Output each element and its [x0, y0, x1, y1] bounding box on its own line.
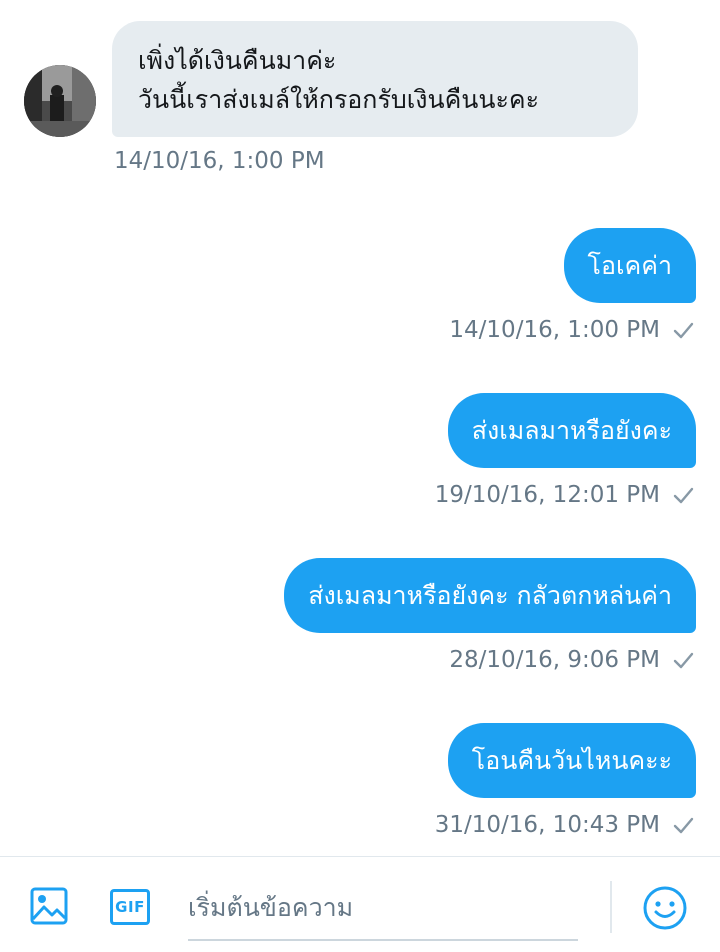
message-timestamp: 31/10/16, 10:43 PM — [434, 812, 660, 838]
outgoing-message-text: โอเคค่า — [587, 251, 672, 280]
message-status: 28/10/16, 9:06 PM — [449, 647, 694, 673]
avatar-photo — [24, 65, 96, 137]
message-status: 19/10/16, 12:01 PM — [435, 482, 694, 508]
sent-check-icon — [673, 652, 694, 669]
image-icon — [30, 887, 68, 925]
outgoing-message-bubble[interactable]: ส่งเมลมาหรือยังคะ — [447, 393, 696, 468]
outgoing-message-text: โอนคืนวันไหนคะะ — [471, 746, 672, 775]
message-status: 14/10/16, 1:00 PM — [449, 317, 694, 343]
sent-check-icon — [673, 487, 694, 504]
outgoing-message-bubble[interactable]: ส่งเมลมาหรือยังคะ กลัวตกหล่นค่า — [284, 558, 696, 633]
outgoing-message-text: ส่งเมลมาหรือยังคะ — [471, 416, 672, 445]
incoming-message-bubble[interactable]: เพิ่งได้เงินคืนมาค่ะ วันนี้เราส่งเมล์ให้… — [112, 21, 638, 137]
message-thread[interactable]: เพิ่งได้เงินคืนมาค่ะ วันนี้เราส่งเมล์ให้… — [0, 0, 720, 856]
gif-icon: GIF — [110, 889, 150, 925]
message-composer: GIF — [0, 856, 720, 952]
message-timestamp: 28/10/16, 9:06 PM — [449, 647, 660, 673]
add-gif-button[interactable]: GIF — [107, 887, 153, 927]
message-timestamp: 19/10/16, 12:01 PM — [434, 482, 660, 508]
incoming-message-line: วันนี้เราส่งเมล์ให้กรอกรับเงินคืนนะคะ — [138, 85, 540, 114]
incoming-message-line: เพิ่งได้เงินคืนมาค่ะ — [138, 46, 337, 75]
outgoing-message-text: ส่งเมลมาหรือยังคะ กลัวตกหล่นค่า — [308, 581, 672, 610]
outgoing-message-bubble[interactable]: โอนคืนวันไหนคะะ — [447, 723, 696, 798]
avatar[interactable] — [24, 65, 96, 137]
sent-check-icon — [673, 322, 694, 339]
emoji-button[interactable] — [640, 883, 690, 933]
add-photo-button[interactable] — [26, 883, 72, 929]
message-input-wrapper — [188, 879, 578, 941]
message-timestamp: 14/10/16, 1:00 PM — [114, 148, 325, 174]
message-timestamp: 14/10/16, 1:00 PM — [449, 317, 660, 343]
outgoing-message-bubble[interactable]: โอเคค่า — [563, 228, 696, 303]
dm-conversation-screen: เพิ่งได้เงินคืนมาค่ะ วันนี้เราส่งเมล์ให้… — [0, 0, 720, 952]
sent-check-icon — [673, 817, 694, 834]
message-status: 31/10/16, 10:43 PM — [435, 812, 694, 838]
emoji-icon — [643, 886, 687, 930]
composer-divider — [610, 881, 612, 933]
message-input[interactable] — [188, 879, 578, 935]
